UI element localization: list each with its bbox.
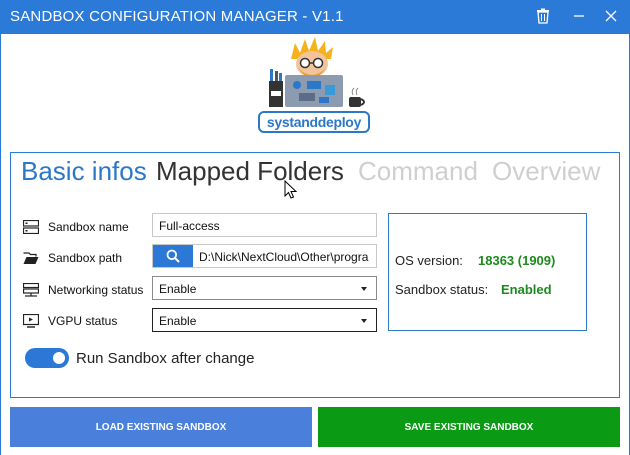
system-info-box: OS version: 18363 (1909) Sandbox status:… — [388, 213, 587, 331]
sandbox-name-value: Full-access — [159, 219, 220, 233]
sandbox-status-label: Sandbox status: — [395, 282, 489, 297]
run-sandbox-toggle[interactable] — [25, 348, 69, 368]
sandbox-status-value: Enabled — [501, 282, 552, 297]
tab-basic-infos[interactable]: Basic infos — [21, 156, 147, 187]
save-sandbox-button[interactable]: SAVE EXISTING SANDBOX — [318, 407, 620, 447]
vgpu-status-value: Enable — [159, 314, 197, 328]
vgpu-status-label: VGPU status — [48, 314, 118, 328]
tab-overview[interactable]: Overview — [492, 156, 600, 187]
title-bar: SANDBOX CONFIGURATION MANAGER - V1.1 — [0, 0, 630, 34]
sandbox-path-value: D:\Nick\NextCloud\Other\progra — [199, 250, 369, 264]
server-icon — [23, 220, 39, 234]
search-icon — [166, 249, 180, 263]
logo-text: systanddeploy — [258, 111, 370, 133]
sandbox-path-input[interactable]: D:\Nick\NextCloud\Other\progra — [152, 244, 377, 268]
vgpu-status-select[interactable]: Enable — [152, 308, 377, 332]
folder-open-icon — [23, 252, 39, 264]
toggle-knob — [53, 352, 65, 364]
minimize-icon[interactable] — [566, 4, 592, 28]
close-icon[interactable] — [598, 4, 624, 28]
logo: systanddeploy — [255, 37, 375, 137]
window-title: SANDBOX CONFIGURATION MANAGER - V1.1 — [10, 8, 344, 25]
mouse-cursor-icon — [284, 180, 298, 199]
sandbox-path-label: Sandbox path — [48, 251, 123, 265]
sandbox-name-input[interactable]: Full-access — [152, 213, 377, 237]
window-border-left — [0, 34, 1, 455]
run-sandbox-label: Run Sandbox after change — [76, 350, 255, 367]
chevron-down-icon — [361, 287, 367, 291]
networking-status-value: Enable — [159, 282, 197, 296]
networking-status-label: Networking status — [48, 283, 144, 297]
os-version-label: OS version: — [395, 253, 463, 268]
trash-icon[interactable] — [530, 4, 556, 28]
os-version-value: 18363 (1909) — [478, 253, 556, 268]
networking-status-select[interactable]: Enable — [152, 276, 377, 300]
chevron-down-icon — [361, 319, 367, 323]
monitor-icon — [23, 314, 39, 328]
browse-button[interactable] — [153, 245, 193, 267]
logo-mascot-icon — [269, 37, 365, 107]
tab-mapped-folders[interactable]: Mapped Folders — [156, 156, 344, 187]
tab-command[interactable]: Command — [358, 156, 478, 187]
load-sandbox-button[interactable]: LOAD EXISTING SANDBOX — [10, 407, 312, 447]
sandbox-name-label: Sandbox name — [48, 220, 129, 234]
network-icon — [23, 283, 39, 297]
